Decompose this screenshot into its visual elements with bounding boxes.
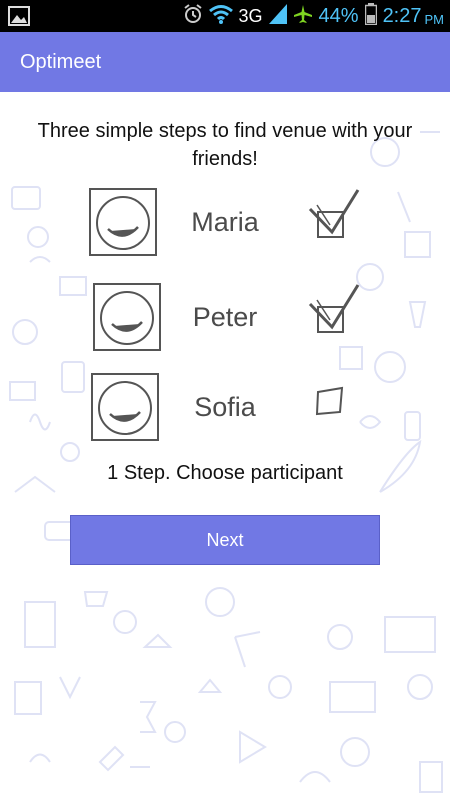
battery-percent: 44% [318, 4, 359, 27]
participant-row-peter[interactable]: Peter [0, 282, 450, 362]
clock-time: 2:27 [382, 4, 422, 27]
next-button[interactable]: Next [70, 515, 380, 565]
intro-text: Three simple steps to find venue with yo… [37, 120, 413, 170]
alarm-icon [183, 3, 203, 29]
avatar [90, 372, 160, 447]
participant-name: Maria [191, 207, 259, 237]
avatar [92, 282, 162, 357]
wifi-icon [208, 4, 233, 29]
participant-row-sofia[interactable]: Sofia [0, 372, 450, 452]
step-label: 1 Step. Choose participant [107, 462, 343, 484]
battery-icon [364, 2, 377, 30]
participant-row-maria[interactable]: Maria [0, 187, 450, 267]
gallery-icon [8, 6, 30, 31]
checkbox-checked[interactable] [305, 187, 365, 252]
avatar [88, 187, 158, 262]
checkbox-checked[interactable] [305, 282, 365, 347]
participant-name: Sofia [194, 392, 256, 422]
signal-icon [268, 3, 287, 29]
main-content: Three simple steps to find venue with yo… [0, 92, 450, 800]
clock-ampm: PM [424, 11, 445, 27]
network-type: 3G [238, 5, 263, 26]
participant-name: Peter [192, 302, 258, 332]
airplane-icon [293, 4, 313, 29]
app-bar: Optimeet [0, 32, 450, 92]
app-title: Optimeet [20, 50, 102, 73]
status-bar: 3G 44% 2:27 PM [0, 0, 450, 32]
checkbox-unchecked[interactable] [305, 372, 365, 437]
